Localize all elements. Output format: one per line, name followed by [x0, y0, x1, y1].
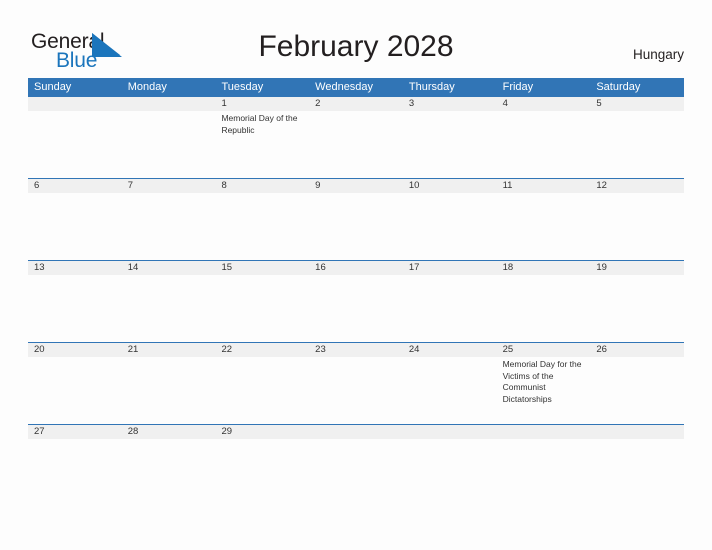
day-event	[215, 357, 309, 424]
day-event	[497, 439, 591, 461]
day-event	[28, 275, 122, 342]
calendar-week-row: 1 2 3 4 5 Memorial Day of the Republic	[28, 96, 684, 178]
calendar-grid: Sunday Monday Tuesday Wednesday Thursday…	[28, 78, 684, 461]
day-number[interactable]: 24	[403, 343, 497, 357]
day-event	[403, 193, 497, 260]
day-number[interactable]	[497, 425, 591, 439]
day-event	[215, 439, 309, 461]
day-number[interactable]: 22	[215, 343, 309, 357]
day-number[interactable]	[590, 425, 684, 439]
day-event: Memorial Day for the Victims of the Comm…	[502, 359, 582, 404]
weekday-header-row: Sunday Monday Tuesday Wednesday Thursday…	[28, 78, 684, 96]
day-event	[309, 439, 403, 461]
day-number[interactable]: 8	[215, 179, 309, 193]
weekday-header-saturday: Saturday	[596, 81, 641, 93]
week-daynumber-band: 6 7 8 9 10 11 12	[28, 179, 684, 193]
calendar-week-row: 13 14 15 16 17 18 19	[28, 260, 684, 342]
page-title: February 2028	[258, 30, 454, 63]
day-number[interactable]: 16	[309, 261, 403, 275]
week-event-band	[28, 275, 684, 342]
day-event: Memorial Day of the Republic	[221, 113, 298, 135]
week-daynumber-band: 20 21 22 23 24 25 26	[28, 343, 684, 357]
weekday-header-wednesday: Wednesday	[315, 81, 374, 93]
day-event	[403, 357, 497, 424]
day-event	[590, 193, 684, 260]
day-event	[309, 275, 403, 342]
day-event	[590, 357, 684, 424]
calendar-week-row: 6 7 8 9 10 11 12	[28, 178, 684, 260]
day-event	[215, 275, 309, 342]
day-event	[497, 193, 591, 260]
weekday-header-sunday: Sunday	[34, 81, 72, 93]
page-header: General Blue February 2028 Hungary	[0, 0, 712, 78]
day-number[interactable]	[403, 425, 497, 439]
day-number[interactable]: 11	[497, 179, 591, 193]
day-number[interactable]: 7	[122, 179, 216, 193]
week-event-band	[28, 193, 684, 260]
day-event	[28, 357, 122, 424]
day-number[interactable]: 25	[497, 343, 591, 357]
country-label: Hungary	[632, 47, 684, 62]
day-number[interactable]: 2	[309, 97, 403, 111]
day-number[interactable]: 12	[590, 179, 684, 193]
day-event	[590, 439, 684, 461]
week-event-band: Memorial Day for the Victims of the Comm…	[28, 357, 684, 424]
calendar-week-row: 20 21 22 23 24 25 26 Memorial Day for th…	[28, 342, 684, 424]
week-daynumber-band: 13 14 15 16 17 18 19	[28, 261, 684, 275]
day-number[interactable]	[28, 97, 122, 111]
day-event	[497, 111, 591, 178]
week-event-band: Memorial Day of the Republic	[28, 111, 684, 178]
day-number[interactable]: 14	[122, 261, 216, 275]
day-event	[497, 275, 591, 342]
day-number[interactable]	[122, 97, 216, 111]
day-event	[122, 193, 216, 260]
day-number[interactable]: 21	[122, 343, 216, 357]
weekday-header-friday: Friday	[502, 81, 534, 93]
day-number[interactable]: 26	[590, 343, 684, 357]
day-number[interactable]: 19	[590, 261, 684, 275]
day-event	[403, 275, 497, 342]
day-number[interactable]: 18	[497, 261, 591, 275]
day-event	[309, 193, 403, 260]
day-event	[122, 357, 216, 424]
day-event	[28, 439, 122, 461]
day-number[interactable]: 10	[403, 179, 497, 193]
day-event	[215, 193, 309, 260]
day-event	[28, 111, 122, 178]
day-number[interactable]: 9	[309, 179, 403, 193]
day-number[interactable]: 28	[122, 425, 216, 439]
day-event	[309, 357, 403, 424]
weekday-header-monday: Monday	[127, 81, 167, 93]
day-number[interactable]: 29	[215, 425, 309, 439]
day-number[interactable]: 3	[403, 97, 497, 111]
day-event	[590, 275, 684, 342]
day-number[interactable]: 6	[28, 179, 122, 193]
day-event	[403, 439, 497, 461]
weekday-header-tuesday: Tuesday	[221, 81, 264, 93]
weekday-header-thursday: Thursday	[408, 81, 455, 93]
day-number[interactable]: 17	[403, 261, 497, 275]
day-number[interactable]: 23	[309, 343, 403, 357]
week-daynumber-band: 1 2 3 4 5	[28, 97, 684, 111]
day-number[interactable]: 5	[590, 97, 684, 111]
day-event	[403, 111, 497, 178]
week-daynumber-band: 27 28 29	[28, 425, 684, 439]
week-event-band	[28, 439, 684, 461]
day-number[interactable]: 4	[497, 97, 591, 111]
day-event	[309, 111, 403, 178]
calendar-week-row: 27 28 29	[28, 424, 684, 461]
day-number[interactable]: 15	[215, 261, 309, 275]
day-number[interactable]	[309, 425, 403, 439]
day-number[interactable]: 27	[28, 425, 122, 439]
day-event	[122, 275, 216, 342]
day-number[interactable]: 13	[28, 261, 122, 275]
day-number[interactable]: 20	[28, 343, 122, 357]
day-number[interactable]: 1	[215, 97, 309, 111]
day-event	[122, 111, 216, 178]
day-event	[122, 439, 216, 461]
day-event	[28, 193, 122, 260]
day-event	[590, 111, 684, 178]
